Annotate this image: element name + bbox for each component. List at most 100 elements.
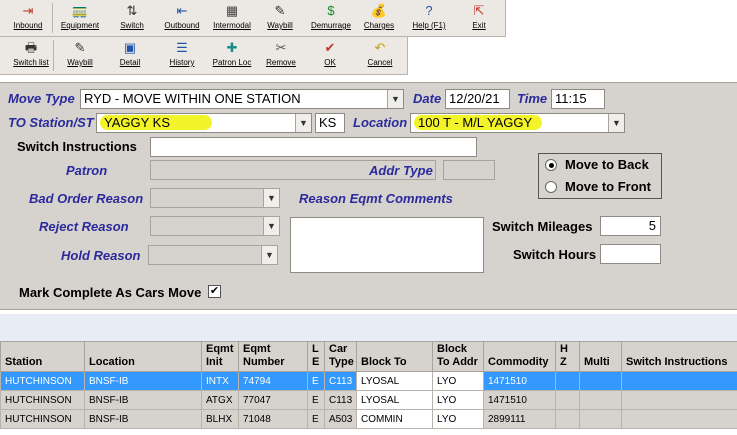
table-cell[interactable] (579, 390, 622, 410)
move-to-front-radio[interactable]: Move to Front (545, 179, 651, 194)
table-cell[interactable] (579, 371, 622, 391)
charges-button[interactable]: 💰 Charges (356, 0, 402, 36)
table-cell[interactable] (555, 409, 580, 429)
to-station-select[interactable]: YAGGY KS ▼ (96, 113, 312, 133)
grid-header[interactable]: Block To (356, 341, 433, 372)
chevron-down-icon[interactable]: ▼ (295, 114, 311, 132)
grid-header[interactable]: Multi (579, 341, 622, 372)
grid-header[interactable]: H Z (555, 341, 580, 372)
date-field[interactable]: 12/20/21 (445, 89, 510, 109)
table-cell[interactable]: A503 (324, 409, 357, 429)
grid-header[interactable]: Location (84, 341, 202, 372)
grid-header[interactable]: Car Type (324, 341, 357, 372)
table-cell[interactable] (555, 390, 580, 410)
table-row[interactable]: HUTCHINSON BNSF-IB INTX 74794 E C113 LYOSAL LYO… (0, 371, 737, 391)
table-cell[interactable]: LYO (432, 371, 484, 391)
table-cell[interactable]: COMMIN (356, 409, 433, 429)
chevron-down-icon[interactable]: ▼ (387, 90, 403, 108)
help-button[interactable]: ? Help (F1) (404, 0, 454, 36)
table-row[interactable]: HUTCHINSON BNSF-IB BLHX 71048 E A503 COMMIN LYO… (0, 409, 737, 429)
table-cell[interactable]: 1471510 (483, 371, 556, 391)
table-cell[interactable]: INTX (201, 371, 239, 391)
table-cell[interactable] (555, 371, 580, 391)
switch-instructions-input[interactable] (150, 137, 477, 157)
detail-button[interactable]: ▣ Detail (108, 37, 152, 74)
chevron-down-icon[interactable]: ▼ (263, 189, 279, 207)
table-cell[interactable]: LYOSAL (356, 390, 433, 410)
waybill-button[interactable]: ✎ Waybill (256, 0, 304, 36)
reason-eqmt-comments-textarea[interactable] (290, 217, 484, 273)
reject-reason-select[interactable]: ▼ (150, 216, 280, 236)
table-cell[interactable]: HUTCHINSON (0, 390, 85, 410)
cancel-button[interactable]: ↶ Cancel (357, 37, 403, 74)
table-cell[interactable] (621, 390, 737, 410)
outbound-button[interactable]: ⇤ Outbound (158, 0, 206, 36)
table-cell[interactable]: BNSF-IB (84, 390, 202, 410)
intermodal-button[interactable]: ▦ Intermodal (208, 0, 256, 36)
detail-icon: ▣ (123, 40, 137, 55)
table-cell[interactable]: E (307, 409, 325, 429)
hold-reason-select[interactable]: ▼ (148, 245, 278, 265)
table-cell[interactable]: 74794 (238, 371, 308, 391)
waybill2-button[interactable]: ✎ Waybill (56, 37, 104, 74)
chevron-down-icon[interactable]: ▼ (261, 246, 277, 264)
table-cell[interactable]: HUTCHINSON (0, 371, 85, 391)
table-row[interactable]: HUTCHINSON BNSF-IB ATGX 77047 E C113 LYOSAL LYO… (0, 390, 737, 410)
patron-loc-label: Patron Loc (212, 58, 252, 67)
location-select[interactable]: 100 T - M/L YAGGY ▼ (410, 113, 625, 133)
table-cell[interactable] (579, 409, 622, 429)
table-cell[interactable]: BNSF-IB (84, 371, 202, 391)
table-cell[interactable]: 71048 (238, 409, 308, 429)
grid-header[interactable]: Block To Addr (432, 341, 484, 372)
chevron-down-icon[interactable]: ▼ (263, 217, 279, 235)
switch-list-button[interactable]: 🖶 Switch list (6, 37, 56, 74)
exit-button[interactable]: ⇱ Exit (456, 0, 502, 36)
time-label: Time (517, 91, 548, 106)
grid-header[interactable]: L E (307, 341, 325, 372)
table-cell[interactable]: LYO (432, 390, 484, 410)
table-cell[interactable]: LYO (432, 409, 484, 429)
move-type-select[interactable]: RYD - MOVE WITHIN ONE STATION ▼ (80, 89, 404, 109)
bad-order-reason-select[interactable]: ▼ (150, 188, 280, 208)
table-cell[interactable]: BLHX (201, 409, 239, 429)
table-cell[interactable]: C113 (324, 390, 357, 410)
inbound-button[interactable]: ⇥ Inbound (3, 0, 53, 36)
history-button[interactable]: ☰ History (158, 37, 206, 74)
switch-hours-input[interactable] (600, 244, 661, 264)
grid-header[interactable]: Commodity (483, 341, 556, 372)
history-icon: ☰ (176, 40, 188, 55)
table-cell[interactable]: HUTCHINSON (0, 409, 85, 429)
table-cell[interactable]: E (307, 390, 325, 410)
table-cell[interactable]: 77047 (238, 390, 308, 410)
grid-header[interactable]: Switch Instructions (621, 341, 737, 372)
switch-mileages-input[interactable]: 5 (600, 216, 661, 236)
table-cell[interactable] (621, 409, 737, 429)
move-to-back-radio[interactable]: Move to Back (545, 157, 649, 172)
remove-button[interactable]: ✂ Remove (258, 37, 304, 74)
table-cell[interactable]: C113 (324, 371, 357, 391)
table-cell[interactable]: ATGX (201, 390, 239, 410)
state-field[interactable]: KS (315, 113, 345, 133)
switch-mileages-value: 5 (648, 218, 656, 233)
patron-loc-icon: ✚ (226, 40, 238, 55)
grid-header[interactable]: Eqmt Number (238, 341, 308, 372)
table-cell[interactable]: BNSF-IB (84, 409, 202, 429)
time-field[interactable]: 11:15 (551, 89, 605, 109)
grid-header[interactable]: Station (0, 341, 85, 372)
inbound-icon: ⇥ (22, 3, 34, 18)
table-cell[interactable] (621, 371, 737, 391)
table-cell[interactable]: E (307, 371, 325, 391)
grid-group-band (0, 314, 737, 341)
ok-button[interactable]: ✔ OK (307, 37, 353, 74)
table-cell[interactable]: 1471510 (483, 390, 556, 410)
switch-button[interactable]: ⇅ Switch (110, 0, 154, 36)
table-cell[interactable]: 2899111 (483, 409, 556, 429)
demurrage-button[interactable]: $ Demurrage (306, 0, 356, 36)
mark-complete-checkbox[interactable]: ✔ (208, 285, 221, 298)
equipment-button[interactable]: 🚃 Equipment (55, 0, 105, 36)
toolbar-separator (53, 40, 54, 71)
patron-loc-button[interactable]: ✚ Patron Loc (207, 37, 257, 74)
grid-header[interactable]: Eqmt Init (201, 341, 239, 372)
table-cell[interactable]: LYOSAL (356, 371, 433, 391)
chevron-down-icon[interactable]: ▼ (608, 114, 624, 132)
